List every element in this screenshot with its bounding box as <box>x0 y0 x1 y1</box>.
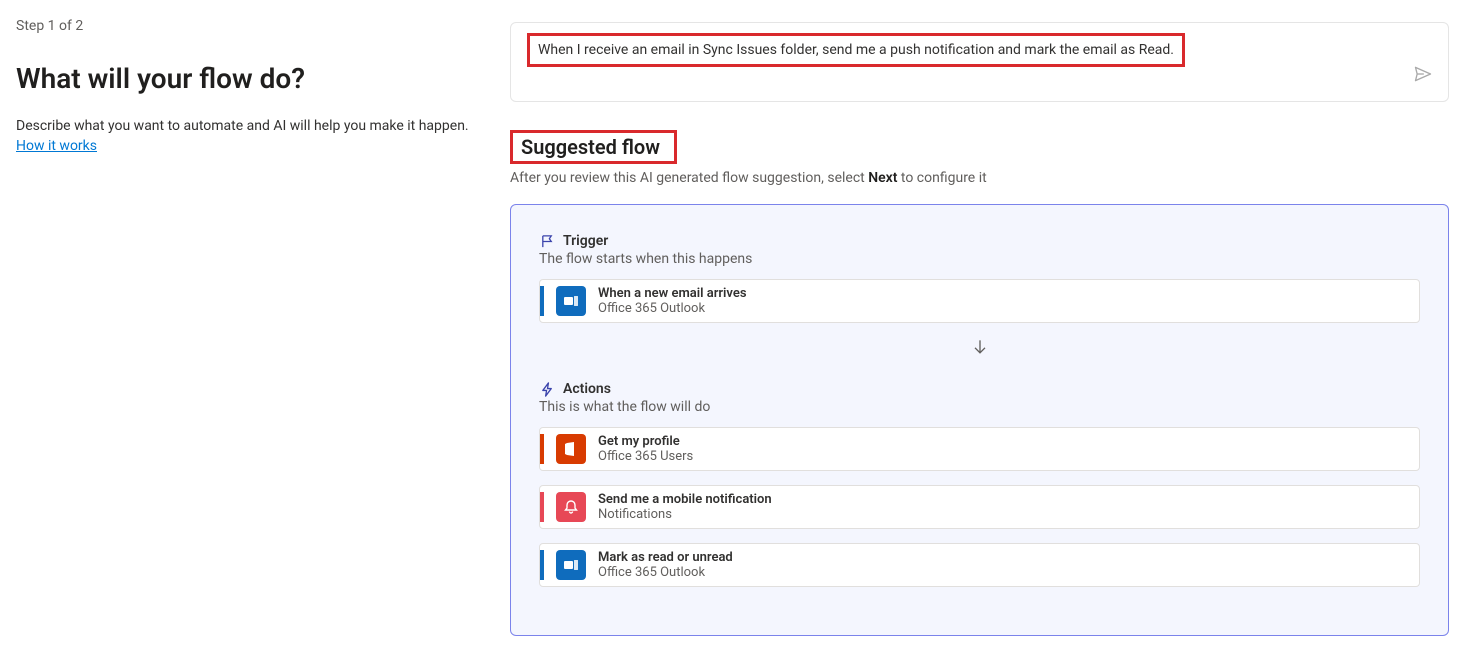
action-card-sub: Office 365 Users <box>598 449 1407 464</box>
action-card-sub: Office 365 Outlook <box>598 565 1407 580</box>
card-accent <box>540 492 544 522</box>
action-card-sub: Notifications <box>598 507 1407 522</box>
suggested-flow-title: Suggested flow <box>521 135 660 159</box>
page-description: Describe what you want to automate and A… <box>16 117 480 156</box>
actions-label: Actions <box>563 381 611 397</box>
prompt-input-box[interactable]: When I receive an email in Sync Issues f… <box>510 22 1449 102</box>
outlook-icon <box>556 550 586 580</box>
action-card-title: Mark as read or unread <box>598 550 1407 565</box>
step-indicator: Step 1 of 2 <box>16 18 480 34</box>
action-card-title: Get my profile <box>598 434 1407 449</box>
card-accent <box>540 550 544 580</box>
suggested-flow-highlight: Suggested flow <box>510 130 677 164</box>
flow-canvas: Trigger The flow starts when this happen… <box>510 204 1449 636</box>
page-title: What will your flow do? <box>16 62 480 95</box>
trigger-card-title: When a new email arrives <box>598 286 1407 301</box>
action-card[interactable]: Get my profileOffice 365 Users <box>539 427 1420 471</box>
trigger-card[interactable]: When a new email arrives Office 365 Outl… <box>539 279 1420 323</box>
trigger-card-sub: Office 365 Outlook <box>598 301 1407 316</box>
flag-icon <box>539 233 555 249</box>
outlook-icon <box>556 286 586 316</box>
lightning-icon <box>539 381 555 397</box>
office-icon <box>556 434 586 464</box>
left-panel: Step 1 of 2 What will your flow do? Desc… <box>0 0 510 660</box>
actions-list: Get my profileOffice 365 Users Send me a … <box>539 427 1420 587</box>
suggested-flow-description: After you review this AI generated flow … <box>510 170 1449 186</box>
prompt-text: When I receive an email in Sync Issues f… <box>538 42 1174 58</box>
trigger-header: Trigger <box>539 233 1420 249</box>
bell-icon <box>556 492 586 522</box>
send-icon <box>1413 64 1433 88</box>
how-it-works-link[interactable]: How it works <box>16 138 97 154</box>
trigger-subtext: The flow starts when this happens <box>539 251 1420 267</box>
action-card[interactable]: Send me a mobile notificationNotificatio… <box>539 485 1420 529</box>
card-accent <box>540 434 544 464</box>
action-card-title: Send me a mobile notification <box>598 492 1407 507</box>
right-panel: When I receive an email in Sync Issues f… <box>510 0 1465 660</box>
trigger-label: Trigger <box>563 233 608 249</box>
card-accent <box>540 286 544 316</box>
actions-subtext: This is what the flow will do <box>539 399 1420 415</box>
send-button[interactable] <box>1412 65 1434 87</box>
action-card[interactable]: Mark as read or unreadOffice 365 Outlook <box>539 543 1420 587</box>
page-description-text: Describe what you want to automate and A… <box>16 118 469 134</box>
prompt-highlight: When I receive an email in Sync Issues f… <box>527 33 1185 67</box>
actions-header: Actions <box>539 381 1420 397</box>
arrow-down-icon <box>539 337 1420 361</box>
